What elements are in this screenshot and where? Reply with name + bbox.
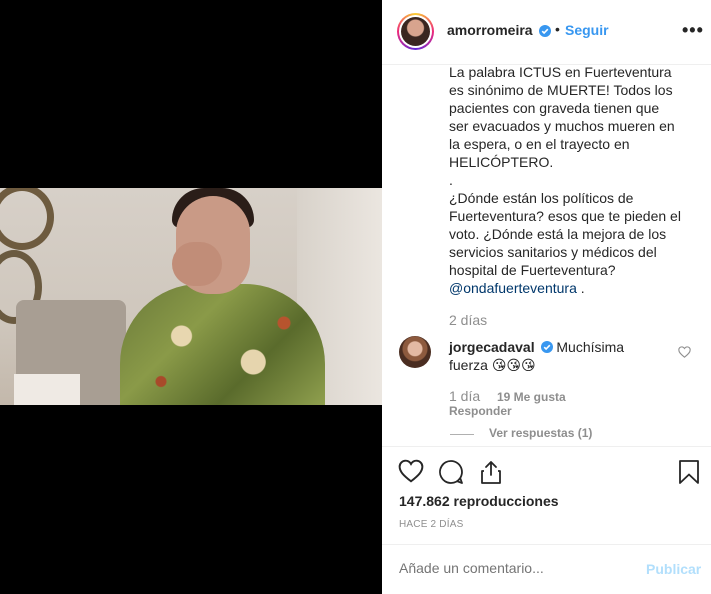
- person-hand: [172, 242, 222, 286]
- verified-badge-icon: [540, 341, 553, 353]
- caption-line: .: [449, 172, 453, 188]
- author-username[interactable]: amorromeira: [447, 22, 533, 38]
- caption-tail: .: [576, 280, 585, 296]
- caption-line: es sinónimo de MUERTE! Todos los: [449, 82, 673, 98]
- author-avatar[interactable]: [397, 13, 434, 50]
- verified-badge-icon: [539, 25, 551, 37]
- caption-mention-link[interactable]: @ondafuerteventura: [449, 280, 577, 296]
- caption-line: ser evacuados y muchos mueren en: [449, 118, 675, 134]
- caption-line: voto. ¿Dónde está la mejora de los: [449, 226, 667, 242]
- comment-icon[interactable]: [438, 459, 466, 487]
- comment-like-heart-icon[interactable]: [678, 345, 691, 363]
- views-count[interactable]: 147.862 reproducciones: [399, 493, 559, 509]
- post-caption: La palabra ICTUS en Fuerteventura es sin…: [449, 64, 694, 297]
- post-date[interactable]: HACE 2 DÍAS: [399, 519, 463, 530]
- caption-line: ¿Dónde están los políticos de: [449, 190, 634, 206]
- comment-body: jorgecadaval Muchísima fuerza 😘😘😘: [449, 338, 679, 374]
- caption-line: hospital de Fuerteventura?: [449, 262, 616, 278]
- caption-line: pacientes con graveda tienen que: [449, 100, 660, 116]
- reply-button[interactable]: Responder: [449, 404, 512, 418]
- header-separator: •: [555, 21, 560, 37]
- replies-divider: [450, 434, 474, 435]
- caption-line: La palabra ICTUS en Fuerteventura: [449, 64, 672, 80]
- view-replies-button[interactable]: Ver respuestas (1): [489, 426, 592, 440]
- add-comment-bar: Publicar: [382, 544, 711, 594]
- emoji-kiss: 😘: [506, 357, 522, 373]
- comment-text-line2: fuerza: [449, 357, 488, 373]
- more-options-icon[interactable]: •••: [682, 20, 704, 41]
- comment-input[interactable]: [399, 560, 629, 576]
- post-actions: 147.862 reproducciones HACE 2 DÍAS: [382, 446, 711, 547]
- bookmark-icon[interactable]: [678, 459, 706, 487]
- wall-mirror: [0, 188, 54, 250]
- comment-text: Muchísima: [556, 339, 625, 355]
- comment-timestamp[interactable]: 1 día: [449, 388, 480, 404]
- comment-likes-count[interactable]: 19 Me gusta: [497, 390, 566, 404]
- caption-line: la espera, o en el trayecto en: [449, 136, 630, 152]
- video-player[interactable]: [0, 0, 382, 594]
- publish-button[interactable]: Publicar: [646, 561, 701, 577]
- heart-icon[interactable]: [398, 459, 426, 487]
- commenter-avatar[interactable]: [399, 336, 431, 368]
- caption-timestamp[interactable]: 2 días: [449, 312, 487, 328]
- person-body: [120, 284, 325, 405]
- comments-list[interactable]: La palabra ICTUS en Fuerteventura es sin…: [382, 64, 711, 446]
- commenter-username[interactable]: jorgecadaval: [449, 339, 535, 355]
- caption-line: @ondafuerteventura .: [449, 279, 694, 297]
- emoji-kiss: 😘: [491, 357, 507, 373]
- instagram-post-modal: amorromeira • Seguir ••• La palabra ICTU…: [0, 0, 711, 594]
- post-header: amorromeira • Seguir •••: [382, 0, 711, 65]
- nightstand: [14, 374, 80, 405]
- caption-line: HELICÓPTERO.: [449, 154, 554, 170]
- caption-line: servicios sanitarios y médicos del: [449, 244, 657, 260]
- follow-button[interactable]: Seguir: [565, 22, 609, 38]
- emoji-kiss: 😘: [521, 357, 536, 373]
- caption-line: Fuerteventura? esos que te pieden el: [449, 208, 681, 224]
- share-icon[interactable]: [478, 459, 506, 487]
- post-side-panel: amorromeira • Seguir ••• La palabra ICTU…: [382, 0, 711, 594]
- video-frame[interactable]: [0, 188, 382, 405]
